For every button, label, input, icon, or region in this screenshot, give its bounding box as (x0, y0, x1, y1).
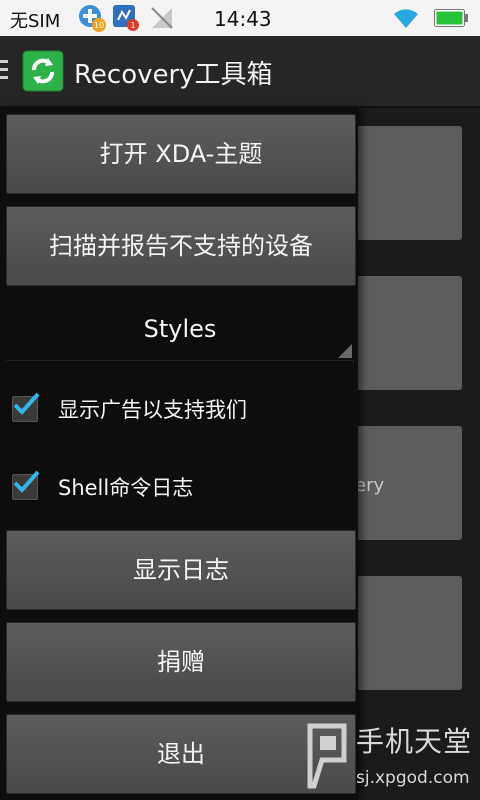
background-card[interactable] (340, 276, 462, 390)
status-bar: 无SIM 10 1 14:43 (0, 0, 480, 36)
status-time: 14:43 (214, 7, 272, 31)
notification-badge-2: 1 (130, 21, 135, 30)
styles-spinner-label: Styles (143, 315, 217, 343)
show-log-button[interactable]: 显示日志 (6, 530, 356, 610)
watermark: 手机天堂 sj.xpgod.com (300, 716, 480, 800)
carrier-label: 无SIM (10, 11, 61, 32)
show-ads-label: 显示广告以支持我们 (58, 398, 247, 422)
spinner-arrow-icon (338, 344, 352, 358)
battery-icon (434, 9, 468, 27)
open-xda-thread-button[interactable]: 打开 XDA-主题 (6, 114, 356, 194)
app-title: Recovery工具箱 (74, 60, 273, 90)
notification-app-icon: 10 (79, 5, 106, 32)
watermark-logo-icon (307, 723, 347, 789)
shell-log-checkbox[interactable] (12, 470, 40, 500)
background-card-label: ery (355, 475, 385, 496)
show-ads-checkbox[interactable] (12, 392, 40, 422)
action-bar: Recovery工具箱 (0, 36, 480, 108)
checkmark-icon (13, 392, 40, 415)
background-card[interactable] (340, 576, 462, 690)
drawer-menu-icon[interactable] (0, 60, 10, 84)
app-refresh-icon[interactable] (22, 50, 64, 92)
scan-report-unsupported-button[interactable]: 扫描并报告不支持的设备 (6, 206, 356, 286)
notification-update-icon: 1 (113, 5, 139, 31)
checkmark-icon (13, 470, 40, 493)
show-ads-checkbox-row[interactable]: 显示广告以支持我们 (10, 390, 350, 430)
wifi-icon (394, 9, 418, 28)
watermark-url: sj.xpgod.com (356, 768, 470, 788)
shell-log-label: Shell命令日志 (58, 476, 194, 500)
donate-button[interactable]: 捐赠 (6, 622, 356, 702)
styles-spinner[interactable]: Styles (6, 298, 354, 361)
background-card[interactable] (340, 126, 462, 240)
navigation-drawer: 打开 XDA-主题 扫描并报告不支持的设备 Styles 显示广告以支持我们 S… (0, 108, 358, 800)
notification-badge-1: 10 (94, 21, 104, 30)
shell-log-checkbox-row[interactable]: Shell命令日志 (10, 468, 350, 508)
watermark-title: 手机天堂 (356, 725, 473, 758)
no-signal-icon (151, 7, 173, 29)
